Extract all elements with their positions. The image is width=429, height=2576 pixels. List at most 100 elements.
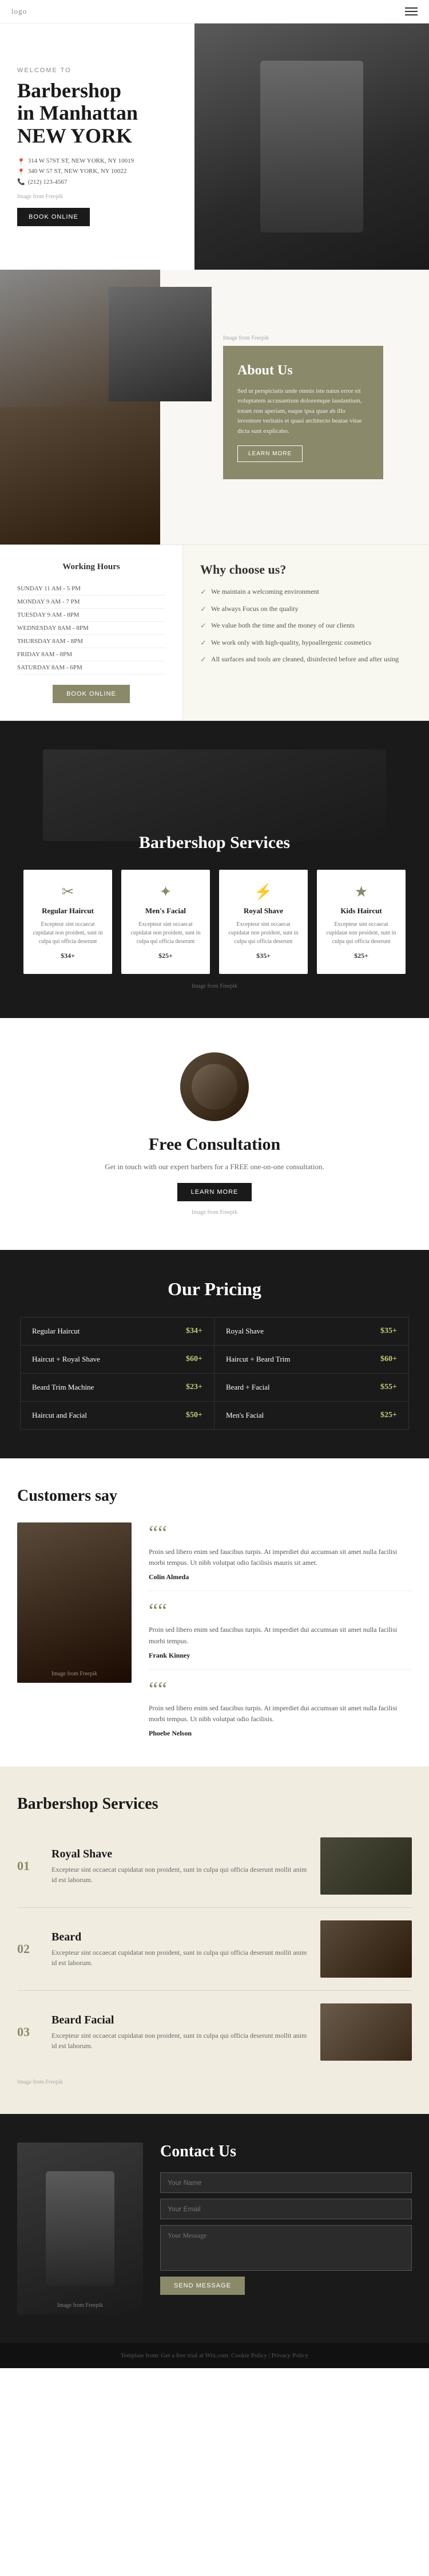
- testimonial-item-2: ““ Proin sed libero enim sed faucibus tu…: [149, 1600, 412, 1659]
- contact-form-area: Contact Us SEND MESSAGE: [160, 2143, 412, 2295]
- consultation-learn-more-button[interactable]: LEARN MORE: [177, 1183, 252, 1201]
- hours-row-6: FRIDAY 8AM - 8PM: [17, 648, 165, 661]
- check-icon-5: ✓: [200, 654, 206, 665]
- pricing-section: Our Pricing Regular Haircut $34+ Royal S…: [0, 1250, 429, 1458]
- contact-email-input[interactable]: [160, 2199, 412, 2219]
- quote-mark-3: ““: [149, 1679, 412, 1699]
- service-detail-content-2: Beard Excepteur sint occaecat cupidatat …: [51, 1931, 309, 1968]
- pricing-grid: Regular Haircut $34+ Royal Shave $35+ Ha…: [20, 1317, 409, 1430]
- why-choose-us: Why choose us? ✓ We maintain a welcoming…: [183, 545, 429, 720]
- kids-icon: ★: [325, 883, 398, 901]
- service-card-facial: ✦ Men's Facial Excepteur sint occaecat c…: [121, 870, 210, 974]
- info-section: Working Hours SUNDAY 11 AM - 5 PM MONDAY…: [0, 545, 429, 721]
- why-item-1: ✓ We maintain a welcoming environment: [200, 586, 412, 598]
- service-detail-image-3: [320, 2003, 412, 2061]
- pricing-name-3: Haircut + Royal Shave: [32, 1355, 100, 1364]
- services-detail-title: Barbershop Services: [17, 1795, 412, 1813]
- check-icon-3: ✓: [200, 620, 206, 632]
- about-title: About Us: [237, 363, 369, 378]
- contact-message-input[interactable]: [160, 2225, 412, 2271]
- why-choose-title: Why choose us?: [200, 562, 412, 577]
- why-item-3: ✓ We value both the time and the money o…: [200, 620, 412, 632]
- testimonial-author-2: Frank Kinney: [149, 1651, 412, 1660]
- why-item-5: ✓ All surfaces and tools are cleaned, di…: [200, 654, 412, 665]
- pricing-item-4: Haircut + Beard Trim $60+: [214, 1346, 408, 1374]
- pricing-item-2: Royal Shave $35+: [214, 1317, 408, 1346]
- contact-send-button[interactable]: SEND MESSAGE: [160, 2277, 245, 2295]
- consultation-title: Free Consultation: [17, 1135, 412, 1154]
- about-description: Sed ut perspiciatis unde omnis iste natu…: [237, 386, 369, 437]
- consultation-description: Get in touch with our expert barbers for…: [100, 1162, 329, 1171]
- services-section-title: Barbershop Services: [17, 833, 412, 853]
- shave-icon: ⚡: [227, 883, 300, 901]
- pricing-price-2: $35+: [380, 1327, 397, 1336]
- location-icon: 📍: [17, 158, 25, 165]
- hero-left: WELCOME TO Barbershop in Manhattan NEW Y…: [0, 23, 194, 270]
- service-detail-content-1: Royal Shave Excepteur sint occaecat cupi…: [51, 1848, 309, 1885]
- learn-more-about-button[interactable]: LEARN MORE: [237, 445, 303, 462]
- service-detail-title-2: Beard: [51, 1931, 309, 1944]
- service-detail-item-2: 02 Beard Excepteur sint occaecat cupidat…: [17, 1908, 412, 1991]
- service-card-desc-1: Excepteur sint occaecat cupidatat non pr…: [31, 920, 104, 946]
- check-icon-4: ✓: [200, 637, 206, 649]
- service-detail-item-3: 03 Beard Facial Excepteur sint occaecat …: [17, 1991, 412, 2073]
- contact-name-input[interactable]: [160, 2172, 412, 2193]
- service-card-title-4: Kids Haircut: [325, 906, 398, 916]
- pricing-price-8: $25+: [380, 1411, 397, 1420]
- contact-title: Contact Us: [160, 2143, 412, 2161]
- service-detail-item-1: 01 Royal Shave Excepteur sint occaecat c…: [17, 1825, 412, 1908]
- pricing-price-5: $23+: [186, 1383, 202, 1392]
- service-card-desc-3: Excepteur sint occaecat cupidatat non pr…: [227, 920, 300, 946]
- service-card-kids: ★ Kids Haircut Excepteur sint occaecat c…: [317, 870, 406, 974]
- hero-address2: 📍 340 W 57 ST, NEW YORK, NY 10022: [17, 168, 177, 176]
- testimonials-section: Customers say Image from Freepik ““ Proi…: [0, 1458, 429, 1766]
- hours-row-7: SATURDAY 8AM - 6PM: [17, 661, 165, 674]
- hours-row-4: WEDNESDAY 8AM - 8PM: [17, 622, 165, 635]
- about-img-credit: Image from Freepik: [223, 335, 412, 341]
- hours-row-2: MONDAY 9 AM - 7 PM: [17, 595, 165, 609]
- testimonial-text-2: Proin sed libero enim sed faucibus turpi…: [149, 1624, 412, 1646]
- hero-address1: 📍 314 W 57ST ST, NEW YORK, NY 10019: [17, 157, 177, 165]
- pricing-name-5: Beard Trim Machine: [32, 1383, 94, 1392]
- welcome-text: WELCOME TO: [17, 67, 177, 74]
- service-card-price-1: $34+: [31, 952, 104, 960]
- testimonials-content: ““ Proin sed libero enim sed faucibus tu…: [149, 1522, 412, 1738]
- pricing-name-6: Beard + Facial: [226, 1383, 270, 1392]
- why-item-4: ✓ We work only with high-quality, hypoal…: [200, 637, 412, 649]
- pricing-item-3: Haircut + Royal Shave $60+: [21, 1346, 214, 1374]
- pricing-item-5: Beard Trim Machine $23+: [21, 1374, 214, 1402]
- service-detail-desc-3: Excepteur sint occaecat cupidatat non pr…: [51, 2030, 309, 2051]
- testimonial-item-3: ““ Proin sed libero enim sed faucibus tu…: [149, 1679, 412, 1738]
- check-icon-1: ✓: [200, 586, 206, 598]
- hours-row-1: SUNDAY 11 AM - 5 PM: [17, 582, 165, 595]
- book-online-button[interactable]: BOOK ONLINE: [17, 208, 90, 226]
- pricing-item-6: Beard + Facial $55+: [214, 1374, 408, 1402]
- service-detail-content-3: Beard Facial Excepteur sint occaecat cup…: [51, 2014, 309, 2051]
- pricing-item-8: Men's Facial $25+: [214, 1402, 408, 1429]
- contact-image: Image from Freepik: [17, 2143, 143, 2314]
- pricing-title: Our Pricing: [17, 1279, 412, 1300]
- services-detail-img-credit: Image from Freepik: [17, 2079, 412, 2085]
- logo: logo: [11, 7, 27, 16]
- service-card-haircut: ✂ Regular Haircut Excepteur sint occaeca…: [23, 870, 112, 974]
- hamburger-menu[interactable]: [405, 7, 418, 15]
- pricing-price-7: $50+: [186, 1411, 202, 1420]
- quote-mark-1: ““: [149, 1522, 412, 1543]
- hero-section: WELCOME TO Barbershop in Manhattan NEW Y…: [0, 23, 429, 270]
- location-icon2: 📍: [17, 168, 25, 176]
- about-section: Image from Freepik About Us Sed ut persp…: [0, 270, 429, 545]
- book-online-hours-button[interactable]: BOOK ONLINE: [53, 685, 130, 703]
- services-section: Barbershop Services ✂ Regular Haircut Ex…: [0, 721, 429, 1018]
- img-credit-hero: Image from Freepik: [17, 194, 177, 200]
- services-detail-section: Barbershop Services 01 Royal Shave Excep…: [0, 1766, 429, 2114]
- hero-phone1: 📞 (212) 123-4567: [17, 178, 177, 186]
- consultation-image-circle: [180, 1052, 249, 1121]
- contact-section: Image from Freepik Contact Us SEND MESSA…: [0, 2114, 429, 2343]
- consultation-section: Free Consultation Get in touch with our …: [0, 1018, 429, 1250]
- testimonials-img-credit: Image from Freepik: [23, 1671, 126, 1677]
- service-detail-desc-2: Excepteur sint occaecat cupidatat non pr…: [51, 1947, 309, 1968]
- service-detail-image-1: [320, 1837, 412, 1895]
- check-icon-2: ✓: [200, 603, 206, 615]
- services-cards-grid: ✂ Regular Haircut Excepteur sint occaeca…: [17, 870, 412, 974]
- pricing-item-1: Regular Haircut $34+: [21, 1317, 214, 1346]
